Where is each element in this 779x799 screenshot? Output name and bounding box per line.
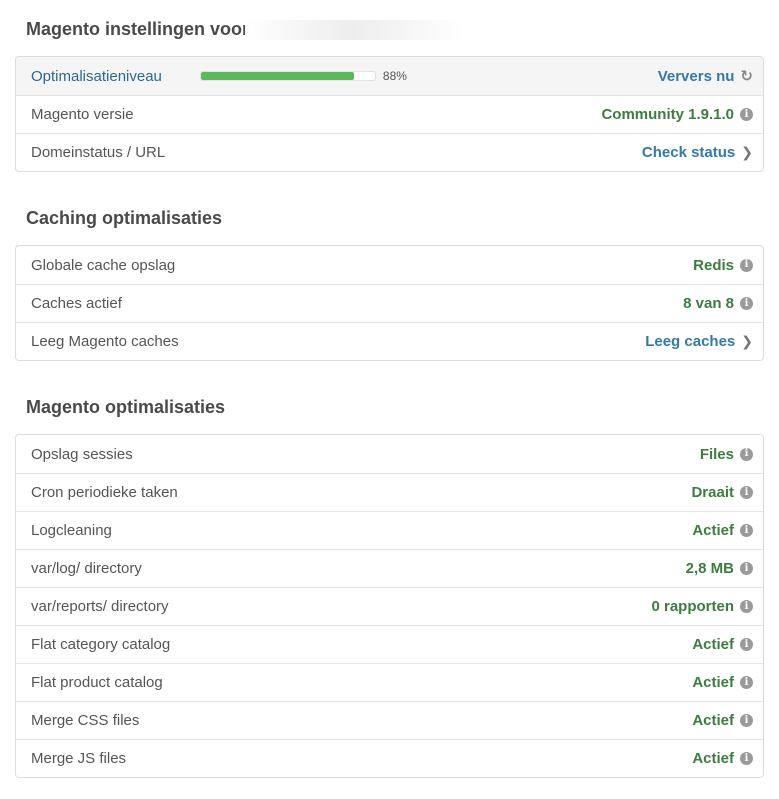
setting-label: Flat category catalog (31, 636, 171, 653)
magento-version-row: Magento versie Community 1.9.1.0 i (16, 95, 763, 133)
setting-label: Cron periodieke taken (31, 484, 178, 501)
info-icon[interactable]: i (740, 486, 753, 499)
settings-panel: Optimalisatieniveau 88% Ververs nu ↻ Mag… (15, 56, 764, 172)
active-caches-row: Caches actief 8 van 8 i (16, 284, 763, 322)
info-icon[interactable]: i (740, 714, 753, 727)
domain-status-row: Domeinstatus / URL Check status ❯ (16, 133, 763, 171)
settings-title: Magento instellingen voor (26, 19, 464, 41)
check-status-label[interactable]: Check status (642, 144, 735, 161)
flush-caches-link[interactable]: Leeg caches ❯ (645, 333, 753, 350)
info-icon[interactable]: i (740, 562, 753, 575)
check-status-link[interactable]: Check status ❯ (642, 144, 753, 161)
setting-label: Merge JS files (31, 750, 127, 767)
info-icon[interactable]: i (740, 638, 753, 651)
info-icon[interactable]: i (740, 524, 753, 537)
list-item: Opslag sessies Files i (16, 435, 763, 473)
domain-status-label: Domeinstatus / URL (31, 144, 166, 161)
list-item: Flat category catalog Actief i (16, 625, 763, 663)
setting-value: 2,8 MB (685, 560, 734, 577)
setting-label: var/log/ directory (31, 560, 142, 577)
info-icon[interactable]: i (740, 600, 753, 613)
global-cache-label: Globale cache opslag (31, 256, 176, 274)
optimization-progress-bar (199, 71, 376, 81)
chevron-right-icon[interactable]: ❯ (741, 144, 753, 161)
list-item: Cron periodieke taken Draait i (16, 473, 763, 511)
setting-value: Actief (692, 712, 734, 729)
active-caches-label: Caches actief (31, 295, 122, 312)
magento-optimizations-panel: Opslag sessies Files i Cron periodieke ta… (15, 434, 764, 778)
optimization-label: Optimalisatieniveau (31, 67, 162, 85)
setting-value: 0 rapporten (651, 598, 734, 615)
list-item: Logcleaning Actief i (16, 511, 763, 549)
refresh-now-link[interactable]: Ververs nu ↻ (658, 67, 753, 86)
caching-panel: Globale cache opslag Redis i Caches acti… (15, 245, 764, 361)
chevron-right-icon[interactable]: ❯ (741, 333, 753, 350)
setting-value: Draait (691, 484, 734, 501)
setting-value: Actief (692, 636, 734, 653)
settings-title-text: Magento instellingen voor (26, 19, 250, 39)
flush-caches-action[interactable]: Leeg caches (645, 333, 735, 350)
magento-optimizations-title: Magento optimalisaties (26, 397, 226, 417)
info-icon[interactable]: i (740, 297, 753, 310)
optimization-row: Optimalisatieniveau 88% Ververs nu ↻ (16, 57, 763, 95)
list-item: Merge CSS files Actief i (16, 701, 763, 739)
info-icon[interactable]: i (740, 258, 753, 272)
info-icon[interactable]: i (740, 676, 753, 689)
setting-label: Opslag sessies (31, 445, 133, 463)
global-cache-row: Globale cache opslag Redis i (16, 246, 763, 284)
magento-version-label: Magento versie (31, 106, 134, 123)
magento-version-value: Community 1.9.1.0 (601, 106, 734, 123)
setting-value: Actief (692, 750, 734, 767)
flush-caches-row: Leeg Magento caches Leeg caches ❯ (16, 322, 763, 360)
setting-label: Flat product catalog (31, 674, 163, 691)
setting-value: Files (699, 445, 734, 463)
list-item: Flat product catalog Actief i (16, 663, 763, 701)
info-icon[interactable]: i (740, 108, 753, 121)
setting-label: Merge CSS files (31, 712, 140, 729)
optimization-progress-text: 88% (382, 69, 407, 83)
active-caches-value: 8 van 8 (683, 295, 734, 312)
info-icon[interactable]: i (740, 752, 753, 765)
setting-value: Actief (692, 674, 734, 691)
list-item: var/reports/ directory 0 rapporten i (16, 587, 763, 625)
refresh-now-label[interactable]: Ververs nu (658, 68, 735, 85)
setting-label: Logcleaning (31, 522, 112, 539)
global-cache-value: Redis (693, 256, 734, 274)
refresh-icon[interactable]: ↻ (740, 67, 753, 85)
redacted-store-name (245, 20, 464, 41)
setting-label: var/reports/ directory (31, 598, 169, 615)
list-item: Merge JS files Actief i (16, 739, 763, 777)
setting-value: Actief (692, 522, 734, 539)
optimization-progress-fill (200, 72, 355, 80)
caching-title: Caching optimalisaties (26, 208, 223, 228)
info-icon[interactable]: i (740, 447, 753, 461)
list-item: var/log/ directory 2,8 MB i (16, 549, 763, 587)
flush-caches-label: Leeg Magento caches (31, 333, 179, 350)
